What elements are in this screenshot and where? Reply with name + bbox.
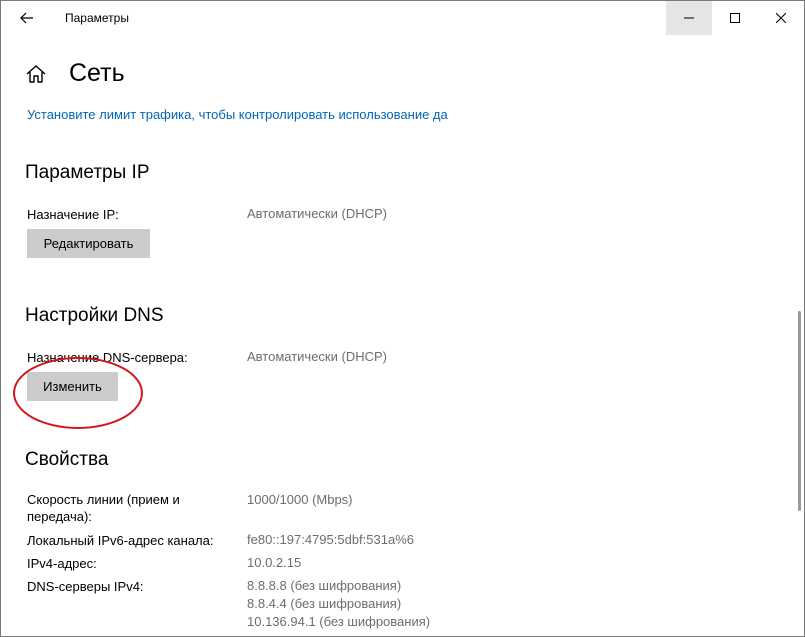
link-speed-label-line1: Скорость линии (прием и xyxy=(27,492,180,507)
back-button[interactable] xyxy=(7,1,47,35)
close-icon xyxy=(776,13,786,23)
dns-edit-button[interactable]: Изменить xyxy=(27,372,118,401)
scrollbar-thumb[interactable] xyxy=(798,311,801,511)
dns-assignment-value: Автоматически (DHCP) xyxy=(247,349,387,364)
title-bar: Параметры xyxy=(1,1,804,35)
data-limit-link[interactable]: Установите лимит трафика, чтобы контроли… xyxy=(27,107,448,122)
close-button[interactable] xyxy=(758,1,804,35)
dns-servers-label: DNS-серверы IPv4: xyxy=(27,579,144,594)
window-title: Параметры xyxy=(65,11,129,25)
ip-assignment-label: Назначение IP: xyxy=(27,207,119,222)
ip-settings-heading: Параметры IP xyxy=(25,162,150,183)
dns-settings-heading: Настройки DNS xyxy=(25,305,164,326)
ip-assignment-value: Автоматически (DHCP) xyxy=(247,206,387,221)
arrow-left-icon xyxy=(20,12,33,24)
properties-heading: Свойства xyxy=(25,449,109,470)
dns-server-item: 8.8.8.8 (без шифрования) xyxy=(247,578,402,593)
maximize-icon xyxy=(730,13,740,23)
ip-edit-button[interactable]: Редактировать xyxy=(27,229,150,258)
link-speed-label-line2: передача): xyxy=(27,509,92,524)
settings-window: Параметры Сеть Установите лимит трафика,… xyxy=(0,0,805,637)
dns-assignment-label: Назначение DNS-сервера: xyxy=(27,350,188,365)
page-title: Сеть xyxy=(69,59,125,87)
minimize-button[interactable] xyxy=(666,1,712,35)
link-speed-value: 1000/1000 (Mbps) xyxy=(247,492,353,507)
ipv6-label: Локальный IPv6-адрес канала: xyxy=(27,533,214,548)
ipv4-value: 10.0.2.15 xyxy=(247,555,302,570)
ipv4-label: IPv4-адрес: xyxy=(27,556,97,571)
ipv6-value: fe80::197:4795:5dbf:531a%6 xyxy=(247,532,414,547)
link-speed-label: Скорость линии (прием и передача): xyxy=(27,491,180,525)
minimize-icon xyxy=(684,17,694,19)
home-icon[interactable] xyxy=(25,63,47,85)
dns-server-item: 8.8.4.4 (без шифрования) xyxy=(247,596,402,611)
dns-servers-list: 8.8.8.8 (без шифрования) 8.8.4.4 (без ши… xyxy=(247,577,430,631)
dns-server-item: 10.136.94.1 (без шифрования) xyxy=(247,614,431,629)
maximize-button[interactable] xyxy=(712,1,758,35)
